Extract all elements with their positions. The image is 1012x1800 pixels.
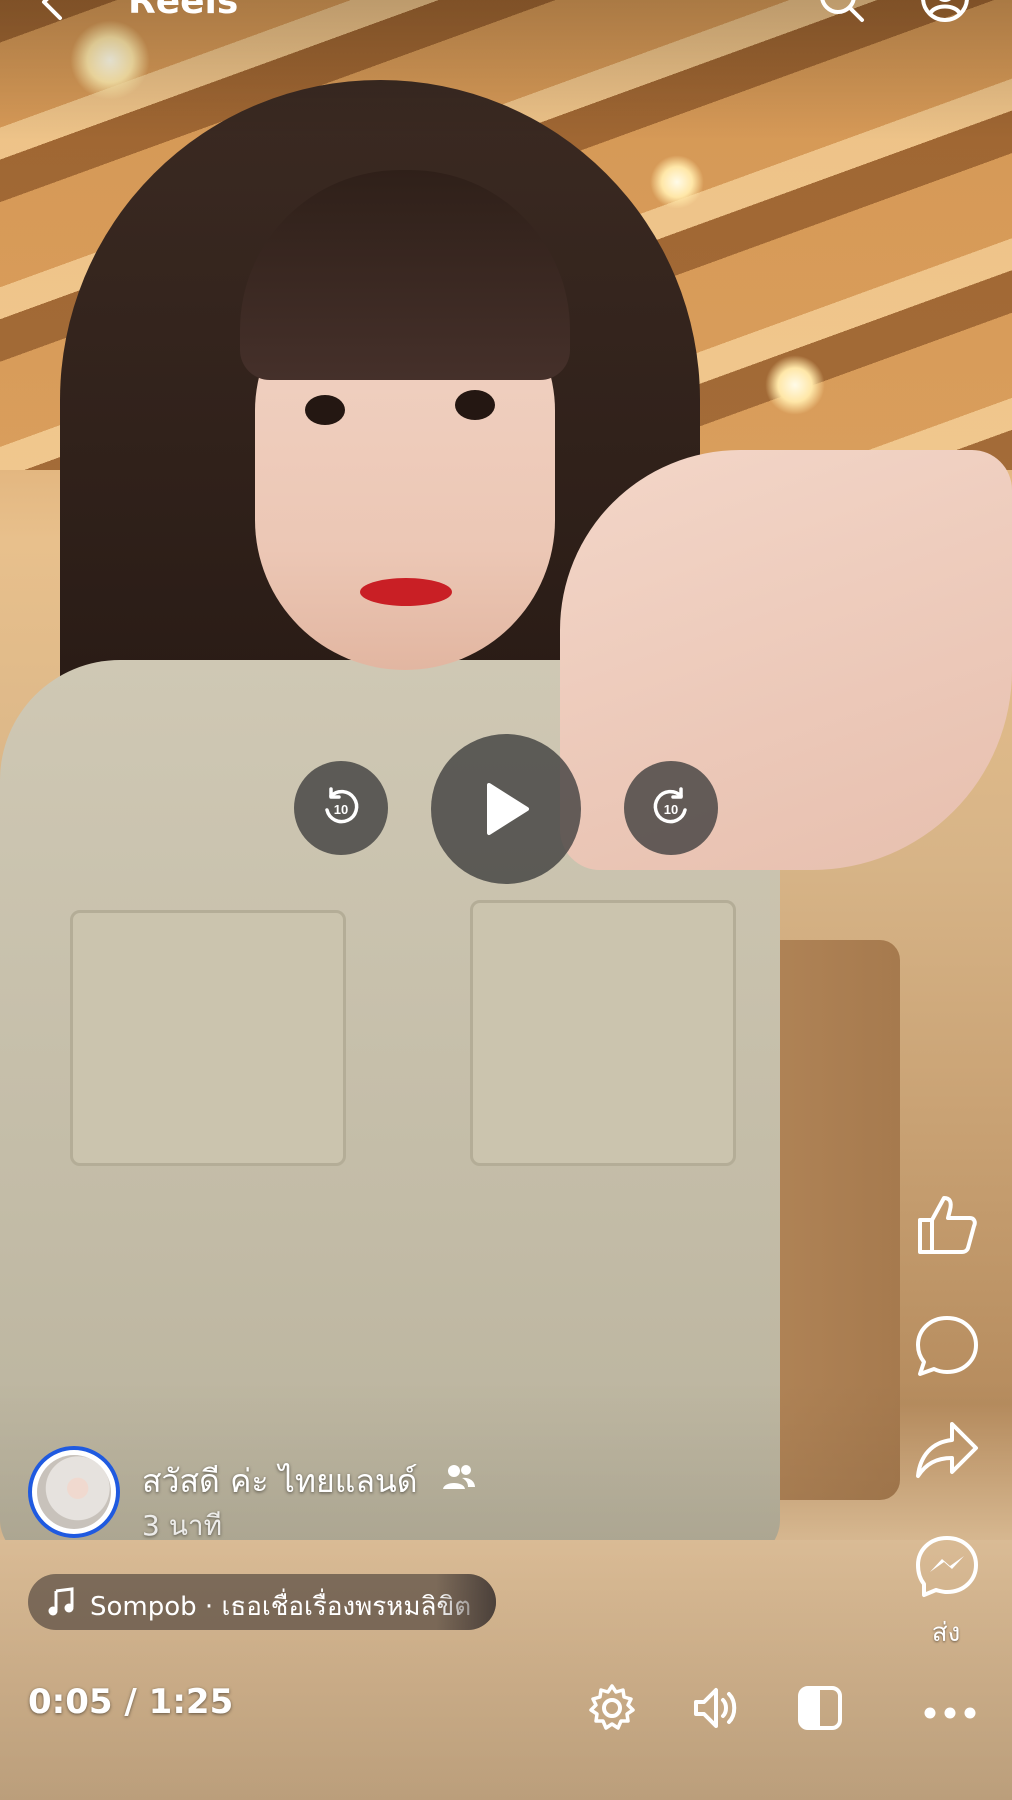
like-icon <box>918 1196 977 1254</box>
gear-icon <box>589 1684 635 1730</box>
search-button[interactable] <box>816 0 866 26</box>
chevron-down-icon <box>270 0 300 8</box>
rewind-label: 10 <box>334 802 348 817</box>
volume-icon <box>694 1688 737 1728</box>
forward-10-button[interactable]: 10 <box>624 761 718 855</box>
friends-icon <box>443 1465 475 1489</box>
captions-button[interactable] <box>794 1682 846 1734</box>
avatar-image <box>37 1455 111 1529</box>
page-title[interactable]: Reels <box>128 0 238 22</box>
rewind-10-button[interactable]: 10 <box>294 761 388 855</box>
search-icon <box>820 0 864 22</box>
volume-button[interactable] <box>690 1682 742 1734</box>
person-eye <box>455 390 495 420</box>
title-dropdown[interactable] <box>270 0 300 15</box>
comment-button[interactable] <box>912 1312 982 1382</box>
rewind-10-icon: 10 <box>325 787 359 824</box>
person-eye <box>305 395 345 425</box>
share-icon <box>916 1422 978 1478</box>
chevron-left-icon <box>42 0 62 20</box>
share-button[interactable] <box>912 1416 982 1486</box>
profile-button[interactable] <box>920 0 970 26</box>
avatar[interactable] <box>28 1446 120 1538</box>
shirt-pocket <box>70 910 346 1166</box>
play-button[interactable] <box>431 734 581 884</box>
share-label: ส่ง <box>931 1618 961 1648</box>
friends-audience <box>442 1462 476 1492</box>
more-button[interactable] <box>920 1698 980 1728</box>
messenger-icon <box>916 1536 978 1597</box>
ceiling-light <box>765 355 825 415</box>
profile-icon <box>921 0 969 22</box>
ceiling-light <box>650 155 704 209</box>
post-time: 3 นาที <box>142 1509 223 1542</box>
messenger-button[interactable] <box>912 1532 982 1602</box>
forward-label: 10 <box>664 802 678 817</box>
more-icon <box>924 1707 976 1719</box>
reels-screen: Reels 10 10 ส่ง สวัสดี ค่ะ ไทยแลนด์ 3 นา… <box>0 0 1012 1800</box>
music-text-fade <box>436 1574 496 1630</box>
music-pill[interactable]: Sompob · เธอเชื่อเรื่องพรหมลิขิต <box>28 1574 496 1630</box>
shirt-pocket <box>470 900 736 1166</box>
music-track-text: Sompob · เธอเชื่อเรื่องพรหมลิขิต <box>90 1592 472 1622</box>
forward-10-icon: 10 <box>653 787 687 824</box>
person-lips <box>360 578 452 606</box>
settings-button[interactable] <box>586 1682 638 1734</box>
playback-time: 0:05 / 1:25 <box>28 1682 234 1722</box>
like-button[interactable] <box>912 1190 982 1260</box>
comment-icon <box>916 1316 978 1376</box>
play-icon <box>487 783 529 835</box>
back-button[interactable] <box>36 0 70 29</box>
author-name[interactable]: สวัสดี ค่ะ ไทยแลนด์ <box>142 1456 418 1507</box>
music-note-icon <box>48 1587 74 1616</box>
half-square-icon <box>798 1686 842 1730</box>
top-bar: Reels <box>0 0 1012 42</box>
